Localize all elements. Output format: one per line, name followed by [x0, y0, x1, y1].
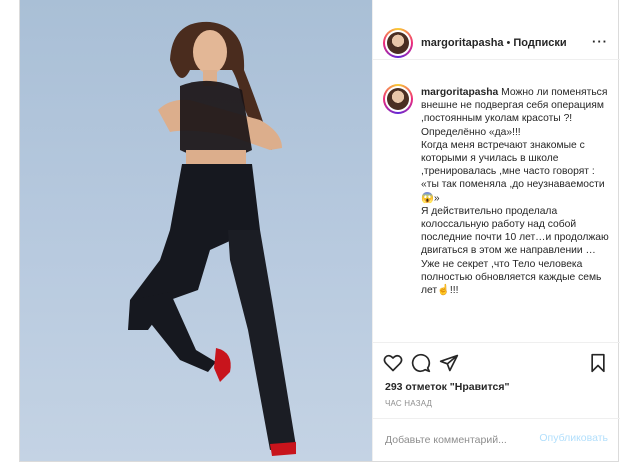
caption-username[interactable]: margoritapasha: [421, 87, 498, 98]
post-side-panel: margoritapasha • Подписки ··· margoritapas…: [372, 0, 620, 461]
caption-line: margoritapasha Можно ли поменяться внешн…: [421, 86, 609, 126]
instagram-post: margoritapasha • Подписки ··· margoritapas…: [19, 0, 620, 462]
publish-button[interactable]: Опубликовать: [539, 432, 608, 444]
caption-area: margoritapasha Можно ли поменяться внешн…: [373, 60, 620, 342]
caption-text: margoritapasha Можно ли поменяться внешн…: [421, 86, 609, 297]
caption-avatar[interactable]: [383, 84, 413, 114]
header-separator: •: [506, 37, 511, 49]
avatar-image: [387, 32, 409, 54]
avatar[interactable]: [383, 28, 413, 58]
caption-line: Я действительно проделала колоссальную р…: [421, 205, 609, 257]
comment-icon[interactable]: [411, 353, 431, 373]
comment-input[interactable]: [385, 431, 535, 449]
bookmark-icon[interactable]: [588, 353, 608, 373]
action-bar: [373, 342, 620, 378]
caption-line: Когда меня встречают знакомые с которыми…: [421, 139, 605, 204]
caption-line: Определённо «да»!!!: [421, 126, 521, 138]
model-illustration: [128, 21, 296, 456]
likes-count[interactable]: 293 отметок "Нравится": [385, 381, 509, 393]
comment-bar: Опубликовать: [373, 418, 620, 461]
post-photo[interactable]: [20, 0, 372, 461]
more-options-icon[interactable]: ···: [592, 34, 608, 49]
follow-status-button[interactable]: Подписки: [513, 37, 566, 49]
heart-icon[interactable]: [383, 353, 403, 373]
post-header: margoritapasha • Подписки ···: [373, 0, 620, 60]
caption-avatar-image: [387, 88, 409, 110]
caption-line: Уже не секрет ,что Тело человека полност…: [421, 258, 602, 297]
header-text: margoritapasha • Подписки: [421, 37, 567, 49]
header-username[interactable]: margoritapasha: [421, 37, 504, 49]
post-timestamp[interactable]: ЧАС НАЗАД: [385, 399, 432, 408]
share-icon[interactable]: [439, 353, 459, 373]
